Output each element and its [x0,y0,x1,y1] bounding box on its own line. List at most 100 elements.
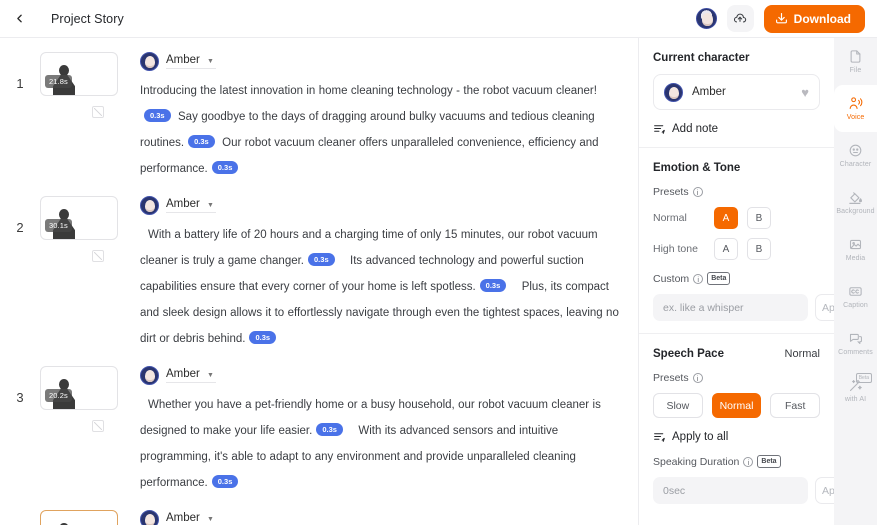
scene-duration-badge: 30.1s [45,219,72,232]
pause-badge[interactable]: 0.3s [479,279,507,292]
pause-badge[interactable]: 0.3s [249,331,277,344]
speaking-duration-input[interactable] [653,477,808,504]
rail-item-caption[interactable]: Caption [834,273,877,320]
upload-button[interactable] [726,5,754,32]
rail-item-comments[interactable]: Comments [834,320,877,367]
rail-item-label: Caption [843,302,868,309]
speaker-selector[interactable]: Amber ▼ [166,198,216,213]
scene-duration-badge: 21.8s [45,75,72,88]
speaking-duration-apply-button[interactable]: Apply [815,477,834,504]
custom-label: Custom [653,272,690,285]
pace-option-fast-button[interactable]: Fast [770,393,821,418]
current-character-card[interactable]: Amber ♥ [653,74,820,110]
rail-item-label: with AI [844,396,867,403]
scene-duration-badge: 20.2s [45,389,72,402]
scene-transition-button[interactable] [92,250,104,262]
info-icon[interactable]: i [692,373,703,383]
download-button[interactable]: Download [763,4,865,33]
pause-badge[interactable]: 0.3s [188,135,215,148]
pause-badge[interactable]: 0.3s [308,253,335,266]
pause-badge[interactable]: 0.3s [316,423,343,436]
emotion-option-a-button[interactable]: A [714,238,738,260]
scene-thumbnail-column: 20.2s [40,366,140,496]
apply-to-all-label: Apply to all [672,430,729,443]
chevron-down-icon: ▼ [206,58,214,65]
speaker-name-label: Amber [166,512,200,524]
scene-thumbnail[interactable]: 30.1s [40,196,118,240]
script-paragraph[interactable]: With a battery life of 20 hours and a ch… [140,222,620,352]
scene-thumbnail[interactable]: 8.0s [40,510,118,525]
pace-presets-label: Presets i [653,372,820,384]
speaker-selector[interactable]: Amber ▼ [166,512,216,525]
scene-row[interactable]: 1 21.8s Amber ▼ Introducing the latest innov… [0,38,638,182]
emotion-row-label: High tone [653,243,698,255]
speaking-duration-label-row: Speaking Duration i Beta [653,455,820,468]
scene-thumbnail[interactable]: 20.2s [40,366,118,410]
speaker-selector[interactable]: Amber ▼ [166,54,216,69]
tool-rail: File Voice Character Background Media Caption… [834,38,877,525]
scene-row[interactable]: 2 30.1s Amber ▼ With a battery life of 20 ho… [0,182,638,352]
script-paragraph[interactable]: Whether you have a pet-friendly home or … [140,392,620,496]
script-paragraph[interactable]: Introducing the latest innovation in hom… [140,78,620,182]
custom-tone-apply-button[interactable]: Apply [815,294,834,321]
script-list[interactable]: 1 21.8s Amber ▼ Introducing the latest innov… [0,38,638,525]
scene-row[interactable]: 3 20.2s Amber ▼ Whether you have a pet-frien… [0,352,638,496]
download-label: Download [793,11,851,26]
character-avatar [664,82,683,102]
rail-item-with-ai[interactable]: with AI Beta [834,367,877,414]
rail-item-label: Voice [846,114,865,121]
speaking-duration-label: Speaking Duration [653,455,740,468]
cloud-upload-icon [734,13,747,22]
info-icon[interactable]: i [743,456,754,467]
speaker-row[interactable]: Amber ▼ [140,366,620,385]
emotion-option-b-button[interactable]: B [747,207,771,229]
speaker-row[interactable]: Amber ▼ [140,52,620,71]
back-button[interactable] [4,4,34,34]
current-character-heading: Current character [653,52,750,64]
speaker-row[interactable]: Amber ▼ [140,510,620,525]
scene-transition-button[interactable] [92,106,104,118]
rail-item-file[interactable]: File [834,38,877,85]
scene-thumbnail[interactable]: 21.8s [40,52,118,96]
speaker-name-label: Amber [166,54,200,66]
info-icon[interactable]: i [692,187,703,197]
speaker-selector[interactable]: Amber ▼ [166,368,216,383]
custom-label-row: Custom i Beta [653,272,820,285]
emotion-tone-heading: Emotion & Tone [653,162,741,174]
speech-pace-header: Speech Pace Normal [653,348,820,360]
beta-badge: Beta [757,455,781,468]
scene-thumbnail-column: 30.1s [40,196,140,352]
presets-label: Presets [653,186,689,198]
emotion-option-b-button[interactable]: B [747,238,771,260]
pause-badge[interactable]: 0.3s [144,109,171,122]
pause-badge[interactable]: 0.3s [211,161,239,174]
pause-badge[interactable]: 0.3s [211,475,239,488]
top-bar: Project Story Download [0,0,877,38]
rail-item-character[interactable]: Character [834,132,877,179]
apply-to-all-button[interactable]: Apply to all [653,430,820,443]
chevron-down-icon: ▼ [206,516,214,523]
info-icon[interactable]: i [693,273,704,284]
note-lines-icon [654,125,665,134]
emotion-preset-row: High tone A B [653,238,820,260]
scene-script-body: Amber▼So why wait?0.3s Experience the fu… [140,510,638,525]
speaker-avatar [140,196,159,215]
scene-row[interactable]: 48.0sAmber▼So why wait?0.3s Experience t… [0,496,638,525]
emotion-presets-label: Presets i [653,186,820,198]
speech-pace-section: Speech Pace Normal Presets i Slow Normal F… [639,334,834,516]
scene-transition-button[interactable] [92,420,104,432]
add-note-button[interactable]: Add note [653,122,820,135]
rail-item-background[interactable]: Background [834,179,877,226]
script-text[interactable]: Introducing the latest innovation in hom… [140,85,597,97]
rail-item-label: Character [839,161,872,168]
heart-icon[interactable]: ♥ [801,85,809,100]
avatar[interactable] [695,8,717,29]
rail-item-media[interactable]: Media [834,226,877,273]
custom-tone-input[interactable] [653,294,808,321]
emotion-option-a-button[interactable]: A [714,207,738,229]
speaker-row[interactable]: Amber ▼ [140,196,620,215]
pace-option-normal-button[interactable]: Normal [711,393,762,418]
rail-item-voice[interactable]: Voice [834,85,877,132]
pace-options: Slow Normal Fast [653,393,821,418]
pace-option-slow-button[interactable]: Slow [653,393,703,418]
